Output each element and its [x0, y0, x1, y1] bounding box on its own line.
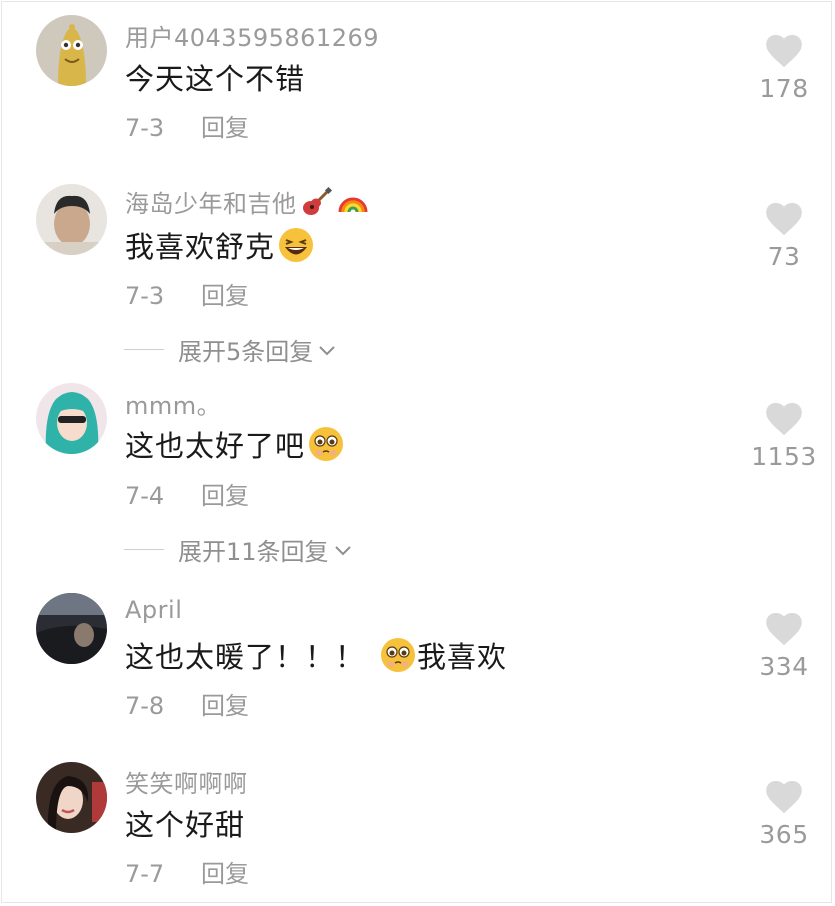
laughing-emoji-icon: [277, 226, 315, 264]
like-count: 334: [759, 652, 809, 681]
comment-username[interactable]: April: [125, 596, 182, 624]
expand-replies-button[interactable]: 展开11条回复: [124, 532, 353, 567]
expand-replies-button[interactable]: 展开5条回复: [124, 332, 337, 367]
comment-text: 我喜欢舒克: [125, 224, 315, 266]
comment-meta: 7-7 回复: [125, 854, 249, 889]
like-button[interactable]: 178: [744, 34, 824, 103]
reply-button[interactable]: 回复: [201, 692, 249, 720]
comment-date: 7-3: [125, 282, 165, 310]
comment-date: 7-8: [125, 692, 165, 720]
comment-username[interactable]: mmm。: [125, 386, 221, 421]
comment-text-before: 这也太暖了！！！: [125, 640, 366, 674]
comment-text-after: 我喜欢: [417, 640, 508, 674]
comment-text-content: 这也太好了吧: [125, 429, 306, 463]
comment-meta: 7-3 回复: [125, 276, 249, 311]
rainbow-icon: [337, 186, 369, 218]
avatar[interactable]: [36, 15, 107, 86]
like-count: 1153: [751, 442, 817, 471]
pleading-emoji-icon: [379, 636, 417, 674]
pleading-emoji-icon: [307, 425, 345, 463]
reply-button[interactable]: 回复: [201, 114, 249, 142]
comment-date: 7-3: [125, 114, 165, 142]
like-button[interactable]: 1153: [744, 402, 824, 471]
comment-meta: 7-8 回复: [125, 686, 249, 721]
comment-date: 7-4: [125, 482, 165, 510]
avatar[interactable]: [36, 762, 107, 833]
comment-username[interactable]: 海岛少年和吉他: [125, 184, 369, 219]
guitar-icon: [301, 186, 333, 218]
reply-button[interactable]: 回复: [201, 860, 249, 888]
heart-icon: [766, 612, 802, 646]
username-text: 海岛少年和吉他: [125, 190, 297, 218]
like-count: 73: [767, 242, 801, 271]
like-count: 365: [759, 820, 809, 849]
heart-icon: [766, 402, 802, 436]
comment-meta: 7-3 回复: [125, 108, 249, 143]
heart-icon: [766, 202, 802, 236]
comment-date: 7-7: [125, 860, 165, 888]
divider-line: [124, 349, 164, 350]
like-button[interactable]: 73: [744, 202, 824, 271]
chevron-down-icon: [334, 545, 351, 555]
comment-text: 今天这个不错: [125, 62, 306, 96]
comment-text: 这也太好了吧: [125, 423, 345, 465]
comment-text: 这个好甜: [125, 808, 246, 842]
expand-replies-label: 展开11条回复: [178, 538, 329, 566]
avatar[interactable]: [36, 593, 107, 664]
divider-line: [124, 549, 164, 550]
reply-button[interactable]: 回复: [201, 282, 249, 310]
comment-username[interactable]: 用户4043595861269: [125, 18, 379, 53]
comment-username[interactable]: 笑笑啊啊啊: [125, 764, 248, 799]
like-count: 178: [759, 74, 809, 103]
chevron-down-icon: [319, 345, 335, 355]
expand-replies-label: 展开5条回复: [178, 338, 314, 366]
comment-text-content: 我喜欢舒克: [125, 230, 276, 264]
heart-icon: [766, 34, 802, 68]
avatar[interactable]: [36, 383, 107, 454]
like-button[interactable]: 365: [744, 780, 824, 849]
comment-meta: 7-4 回复: [125, 476, 249, 511]
heart-icon: [766, 780, 802, 814]
like-button[interactable]: 334: [744, 612, 824, 681]
avatar[interactable]: [36, 184, 107, 255]
comment-text: 这也太暖了！！！ 我喜欢: [125, 634, 507, 676]
reply-button[interactable]: 回复: [201, 482, 249, 510]
